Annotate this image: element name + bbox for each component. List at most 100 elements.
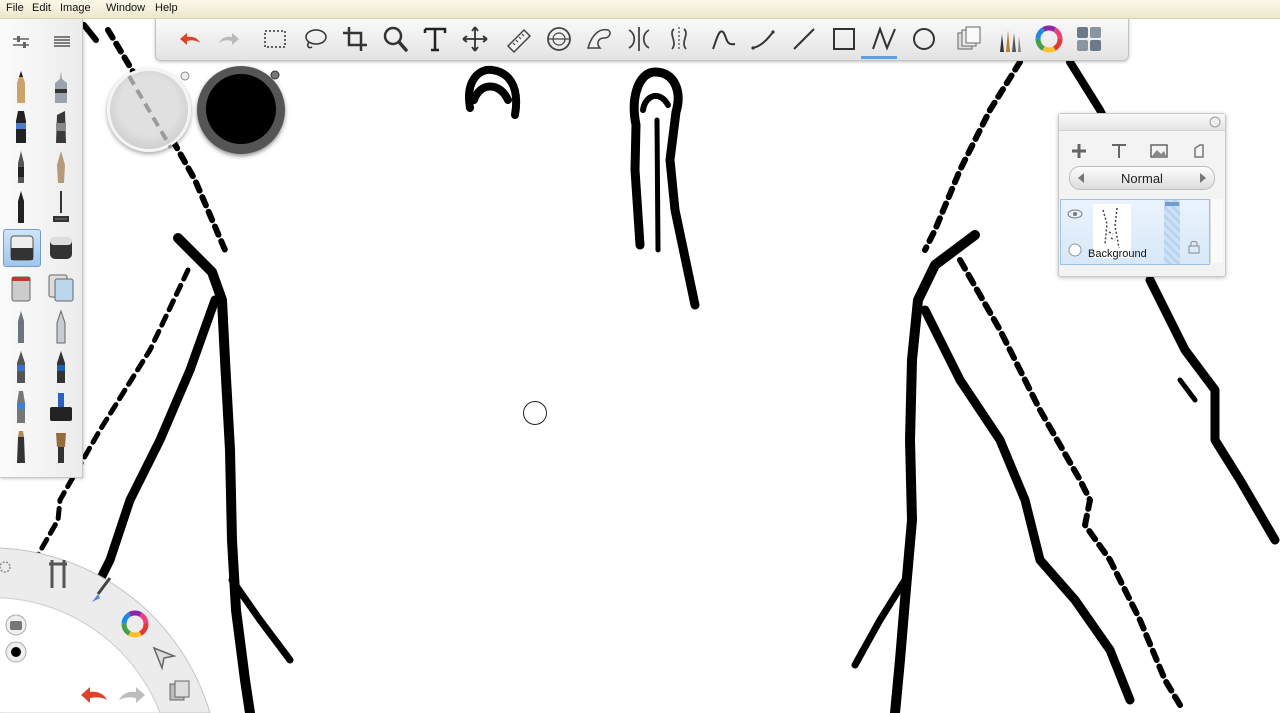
pencil-brush[interactable]: [3, 69, 39, 105]
smudge-brush[interactable]: [43, 309, 79, 345]
redo-button[interactable]: [213, 22, 247, 56]
main-toolbar: [155, 18, 1129, 61]
airbrush-brush[interactable]: [43, 189, 79, 225]
fine-brush-icon: [57, 151, 65, 183]
gear-icon[interactable]: [0, 560, 12, 574]
add-text-layer-button[interactable]: [1107, 140, 1131, 162]
undo-button[interactable]: [172, 22, 206, 56]
ruler-button[interactable]: [502, 22, 536, 56]
magnify-button[interactable]: [378, 22, 412, 56]
move-button[interactable]: [458, 22, 492, 56]
eraser-hard-brush[interactable]: [3, 229, 41, 267]
brush-library-icon: [1000, 30, 1021, 52]
airbrush-icon: [53, 191, 69, 222]
layers-icon[interactable]: [166, 678, 194, 706]
radial-redo-icon[interactable]: [116, 682, 148, 708]
marker-brush[interactable]: [3, 109, 39, 145]
text-button[interactable]: [418, 22, 452, 56]
paint-bucket-brush[interactable]: [3, 269, 39, 305]
freehand-stroke-icon: [712, 30, 736, 50]
brush-library-button[interactable]: [992, 22, 1026, 56]
menu-bar: File Edit Image Window Help: [0, 0, 1280, 19]
highlighter-brush[interactable]: [3, 389, 39, 425]
tech-pen-icon: [55, 71, 67, 103]
blend-mode-selector[interactable]: Normal: [1069, 166, 1215, 190]
eye-icon[interactable]: [1067, 208, 1083, 220]
symmetry-icon: [628, 27, 650, 51]
flat-brush[interactable]: [3, 429, 39, 465]
chevron-right-icon[interactable]: [1198, 172, 1208, 184]
polyline-button[interactable]: [867, 22, 901, 56]
felt-tip-brush[interactable]: [3, 189, 39, 225]
crop-button[interactable]: [338, 22, 372, 56]
ellipse-button[interactable]: [907, 22, 941, 56]
blender-icon: [18, 311, 24, 343]
ballpoint-brush[interactable]: [3, 149, 39, 185]
eraser-soft-brush[interactable]: [43, 229, 79, 265]
add-image-layer-button[interactable]: [1147, 140, 1171, 162]
sliders-icon: [13, 36, 29, 48]
lock-icon[interactable]: [1187, 240, 1201, 254]
pencil-icon: [17, 71, 25, 103]
layer-opacity-slider[interactable]: [1164, 200, 1180, 264]
rect-select-button[interactable]: [258, 22, 292, 56]
bristle-brush-icon: [56, 433, 66, 463]
paint-bucket-icon: [11, 276, 31, 302]
palette-grid-button[interactable]: [1072, 22, 1106, 56]
brush-editor-icon[interactable]: [44, 558, 74, 590]
lasso-button[interactable]: [298, 22, 332, 56]
radial-undo-icon[interactable]: [78, 682, 110, 708]
move-icon: [462, 26, 488, 52]
menu-help[interactable]: Help: [155, 2, 178, 14]
eraser-toggle-icon[interactable]: [4, 613, 28, 637]
bristle-brush[interactable]: [43, 429, 79, 465]
rectangle-button[interactable]: [827, 22, 861, 56]
curve-stroke-button[interactable]: [747, 22, 781, 56]
layer-select-radio-icon[interactable]: [1067, 242, 1083, 258]
tech-pen-brush[interactable]: [43, 69, 79, 105]
curve-stroke-icon: [751, 30, 775, 50]
color-puck-icon[interactable]: [120, 609, 150, 639]
eraser-icon: [10, 235, 34, 261]
paint-bucket-layer-brush[interactable]: [43, 269, 79, 305]
symmetry-button[interactable]: [622, 22, 656, 56]
color-pen-brush[interactable]: [3, 349, 39, 385]
copic-library-button[interactable]: [952, 22, 986, 56]
menu-window[interactable]: Window: [106, 2, 145, 14]
chisel-marker-brush[interactable]: [43, 109, 79, 145]
panel-close-icon[interactable]: [1209, 116, 1221, 128]
freehand-stroke-button[interactable]: [707, 22, 741, 56]
ellipse-guide-button[interactable]: [542, 22, 576, 56]
menu-image[interactable]: Image: [60, 2, 91, 14]
layers-scrollbar[interactable]: [1210, 199, 1223, 263]
brush-properties-button[interactable]: [9, 33, 33, 51]
color-toggle-icon[interactable]: [4, 640, 28, 664]
ink-pen-brush[interactable]: [43, 349, 79, 385]
line-icon: [793, 28, 815, 50]
layer-menu-button[interactable]: [1187, 140, 1211, 162]
brush-list-button[interactable]: [50, 33, 74, 51]
menu-file[interactable]: File: [6, 2, 24, 14]
color-wheel-button[interactable]: [1032, 22, 1066, 56]
menu-edit[interactable]: Edit: [32, 2, 51, 14]
plus-icon: [1072, 144, 1086, 158]
ink-well-icon: [50, 393, 72, 421]
opacity-handle[interactable]: [1165, 202, 1179, 206]
layers-panel-header[interactable]: [1059, 114, 1225, 131]
line-button[interactable]: [787, 22, 821, 56]
paintbrush-icon[interactable]: [88, 576, 116, 606]
blender-brush[interactable]: [3, 309, 39, 345]
redo-icon: [219, 33, 239, 45]
select-arrow-icon[interactable]: [150, 644, 178, 672]
selected-tool-indicator: [861, 56, 897, 59]
symmetry-vertical-button[interactable]: [662, 22, 696, 56]
layer-row-background[interactable]: Background: [1060, 199, 1210, 265]
ink-well-brush[interactable]: [43, 389, 79, 425]
fine-brush[interactable]: [43, 149, 79, 185]
felt-tip-icon: [18, 191, 24, 223]
add-layer-button[interactable]: [1067, 140, 1091, 162]
french-curve-button[interactable]: [582, 22, 616, 56]
chisel-marker-icon: [56, 111, 66, 143]
text-icon: [423, 27, 447, 52]
bucket-copy-icon: [48, 274, 74, 302]
